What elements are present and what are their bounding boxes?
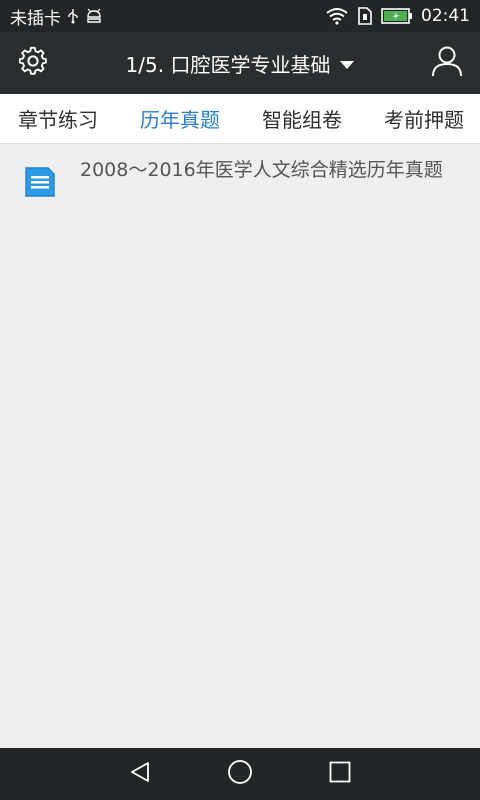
recents-button[interactable] bbox=[320, 754, 360, 794]
tab-bar: 章节练习 历年真题 智能组卷 考前押题 bbox=[0, 94, 480, 144]
system-nav-bar bbox=[0, 748, 480, 800]
status-bar: 未插卡 02:41 bbox=[0, 0, 480, 32]
usb-icon bbox=[67, 8, 79, 24]
list-item[interactable]: 2008～2016年医学人文综合精选历年真题 bbox=[0, 144, 480, 200]
document-icon bbox=[24, 166, 56, 200]
tab-past-exams[interactable]: 历年真题 bbox=[140, 104, 220, 133]
status-left: 未插卡 bbox=[10, 4, 103, 29]
home-circle-icon bbox=[227, 759, 253, 789]
tab-chapter-practice[interactable]: 章节练习 bbox=[18, 104, 98, 133]
back-button[interactable] bbox=[120, 754, 160, 794]
android-debug-icon bbox=[85, 8, 103, 24]
recents-square-icon bbox=[329, 761, 351, 787]
subject-selector[interactable]: 1/5. 口腔医学专业基础 bbox=[66, 49, 414, 78]
gear-icon bbox=[18, 46, 48, 80]
back-triangle-icon bbox=[128, 760, 152, 788]
carrier-text: 未插卡 bbox=[10, 8, 61, 29]
profile-button[interactable] bbox=[414, 32, 480, 94]
battery-charging-icon bbox=[381, 8, 413, 24]
list-item-title: 2008～2016年医学人文综合精选历年真题 bbox=[80, 159, 443, 181]
app-header: 1/5. 口腔医学专业基础 bbox=[0, 32, 480, 94]
user-icon bbox=[431, 45, 463, 81]
caret-down-icon bbox=[340, 51, 355, 75]
clock-text: 02:41 bbox=[421, 6, 470, 26]
status-right: 02:41 bbox=[325, 6, 470, 26]
settings-button[interactable] bbox=[0, 32, 66, 94]
home-button[interactable] bbox=[220, 754, 260, 794]
sim-icon bbox=[357, 7, 373, 25]
subject-title: 1/5. 口腔医学专业基础 bbox=[125, 52, 331, 77]
exam-list: 2008～2016年医学人文综合精选历年真题 bbox=[0, 144, 480, 748]
wifi-icon bbox=[325, 7, 349, 25]
tab-smart-paper[interactable]: 智能组卷 bbox=[262, 104, 342, 133]
tab-pre-exam-questions[interactable]: 考前押题 bbox=[384, 104, 464, 133]
